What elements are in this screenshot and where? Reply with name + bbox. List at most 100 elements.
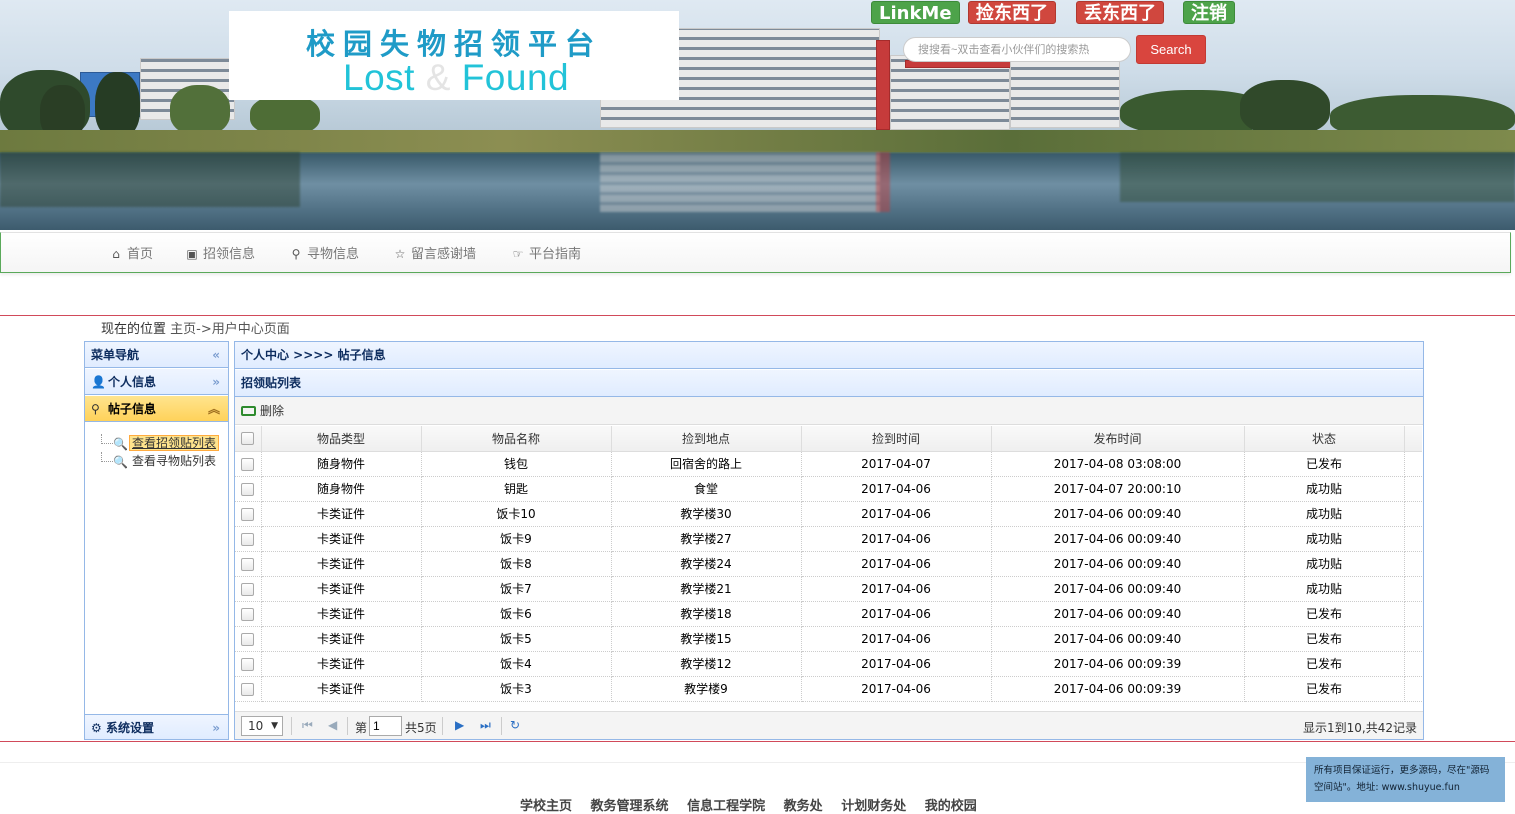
footer-link[interactable]: 我的校园 (925, 799, 977, 814)
delete-label: 删除 (260, 404, 285, 418)
last-page-button[interactable]: ⏭ (480, 718, 491, 733)
footer-link[interactable]: 教务管理系统 (591, 799, 669, 814)
scrollbar-gutter (1404, 451, 1422, 477)
delete-button[interactable]: 删除 (241, 403, 284, 419)
logo-word-found: Found (461, 57, 570, 98)
pagination-bar: 10 ▼ ⏮ ◀ 第 共5页 ▶ ⏭ ↻ 显示1到10,共42记录 (235, 711, 1423, 739)
column-header[interactable]: 发布时间 (991, 426, 1245, 452)
chevron-down-icon: » (212, 375, 220, 389)
column-header[interactable]: 捡到时间 (801, 426, 992, 452)
banner-building-accent (876, 40, 890, 130)
nav-guide[interactable]: ☞ 平台指南 (511, 245, 581, 263)
select-all-checkbox[interactable] (235, 426, 262, 452)
page-size-select[interactable]: 10 ▼ (241, 716, 283, 736)
collapse-left-icon[interactable]: « (212, 342, 220, 368)
nav-thanks-wall[interactable]: ☆ 留言感谢墙 (393, 245, 476, 263)
dropdown-arrow-icon: ▼ (271, 721, 278, 731)
refresh-icon[interactable]: ↻ (510, 718, 520, 732)
sidebar-item-posts[interactable]: ⚲ 帖子信息 ︽ (85, 396, 228, 422)
nav-found-info[interactable]: ▣ 招领信息 (185, 245, 255, 263)
breadcrumb-prefix: 现在的位置 (101, 322, 167, 337)
row-checkbox-cell[interactable] (235, 601, 262, 627)
footer-link[interactable]: 教务处 (784, 799, 823, 814)
table-cell: 教学楼18 (611, 601, 802, 627)
prev-page-button[interactable]: ◀ (328, 718, 337, 732)
table-row[interactable]: 卡类证件 饭卡8 教学楼24 2017-04-06 2017-04-06 00:09:4… (235, 551, 1422, 577)
table-cell: 教学楼9 (611, 676, 802, 702)
table-row[interactable]: 卡类证件 饭卡10 教学楼30 2017-04-06 2017-04-06 00:09:… (235, 501, 1422, 527)
sidebar-item-personal[interactable]: 👤 个人信息 » (85, 369, 228, 395)
row-checkbox-cell[interactable] (235, 651, 262, 677)
checkbox[interactable] (241, 657, 255, 671)
table-cell: 2017-04-06 00:09:39 (991, 651, 1245, 677)
next-page-button[interactable]: ▶ (455, 718, 464, 732)
footer-link[interactable]: 信息工程学院 (687, 799, 765, 814)
site-logo[interactable]: 校园失物招领平台 Lost & Found (229, 11, 679, 100)
nav-lost-info[interactable]: ⚲ 寻物信息 (289, 245, 359, 263)
table-row[interactable]: 卡类证件 饭卡9 教学楼27 2017-04-06 2017-04-06 00:09:4… (235, 526, 1422, 552)
table-cell: 教学楼15 (611, 626, 802, 652)
nav-home[interactable]: ⌂ 首页 (109, 245, 153, 263)
page-prefix: 第 (355, 721, 368, 735)
footer-link[interactable]: 计划财务处 (841, 799, 906, 814)
nav-label: 寻物信息 (307, 247, 360, 262)
column-header[interactable]: 状态 (1244, 426, 1405, 452)
found-something-link[interactable]: 捡东西了 (968, 1, 1056, 24)
table-cell: 2017-04-08 03:08:00 (991, 451, 1245, 477)
page-number-input[interactable] (369, 716, 402, 736)
tree-connector (101, 434, 113, 444)
checkbox[interactable] (241, 532, 255, 546)
row-checkbox-cell[interactable] (235, 626, 262, 652)
row-checkbox-cell[interactable] (235, 576, 262, 602)
checkbox[interactable] (241, 607, 255, 621)
checkbox[interactable] (241, 557, 255, 571)
checkbox[interactable] (241, 582, 255, 596)
row-checkbox-cell[interactable] (235, 451, 262, 477)
search-input[interactable] (903, 37, 1131, 62)
sidebar-item-label: 个人信息 (108, 375, 157, 389)
table-row[interactable]: 随身物件 钥匙 食堂 2017-04-06 2017-04-07 20:00:10 成功贴 (235, 476, 1422, 502)
table-cell: 2017-04-06 00:09:40 (991, 551, 1245, 577)
linkme-link[interactable]: LinkMe (871, 1, 960, 24)
checkbox[interactable] (241, 482, 255, 496)
tree-item-found-list[interactable]: 🔍 查看招领贴列表 (95, 434, 220, 452)
checkbox[interactable] (241, 457, 255, 471)
table-row[interactable]: 卡类证件 饭卡6 教学楼18 2017-04-06 2017-04-06 00:09:4… (235, 601, 1422, 627)
breadcrumb-path[interactable]: 主页->用户中心页面 (170, 322, 290, 337)
search-icon: ⚲ (91, 402, 100, 416)
footer-link[interactable]: 学校主页 (520, 799, 572, 814)
banner-tree (1240, 80, 1330, 135)
row-checkbox-cell[interactable] (235, 526, 262, 552)
table-cell: 2017-04-06 (801, 501, 992, 527)
header-banner: 校园失物招领平台 Lost & Found LinkMe 捡东西了 丢东西了 注… (0, 0, 1515, 230)
column-header[interactable]: 物品名称 (421, 426, 612, 452)
scrollbar-gutter (1404, 551, 1422, 577)
logout-link[interactable]: 注销 (1183, 1, 1235, 24)
table-row[interactable]: 卡类证件 饭卡5 教学楼15 2017-04-06 2017-04-06 00:09:4… (235, 626, 1422, 652)
search-icon: ⚲ (291, 247, 301, 261)
search-button[interactable]: Search (1136, 35, 1206, 64)
column-header[interactable]: 物品类型 (261, 426, 422, 452)
logo-word-lost: Lost (343, 57, 415, 98)
tree-item-label: 查看寻物贴列表 (132, 454, 217, 468)
table-row[interactable]: 卡类证件 饭卡7 教学楼21 2017-04-06 2017-04-06 00:09:4… (235, 576, 1422, 602)
checkbox[interactable] (241, 632, 255, 646)
checkbox[interactable] (241, 507, 255, 521)
row-checkbox-cell[interactable] (235, 501, 262, 527)
column-header[interactable]: 捡到地点 (611, 426, 802, 452)
row-checkbox-cell[interactable] (235, 676, 262, 702)
checkbox[interactable] (241, 682, 255, 696)
sidebar-title[interactable]: 菜单导航 « (85, 342, 228, 368)
tree-item-lost-list[interactable]: 🔍 查看寻物贴列表 (95, 452, 219, 470)
table-row[interactable]: 卡类证件 饭卡3 教学楼9 2017-04-06 2017-04-06 00:09:39… (235, 676, 1422, 702)
first-page-button[interactable]: ⏮ (302, 718, 313, 733)
row-checkbox-cell[interactable] (235, 551, 262, 577)
table-row[interactable]: 随身物件 钱包 回宿舍的路上 2017-04-07 2017-04-08 03:08:0… (235, 451, 1422, 477)
banner-reflection (1120, 152, 1515, 202)
lost-something-link[interactable]: 丢东西了 (1076, 1, 1164, 24)
row-checkbox-cell[interactable] (235, 476, 262, 502)
table-cell: 成功贴 (1244, 551, 1405, 577)
checkbox[interactable] (241, 432, 255, 446)
sidebar-item-system-settings[interactable]: ⚙ 系统设置 » (84, 714, 229, 740)
table-row[interactable]: 卡类证件 饭卡4 教学楼12 2017-04-06 2017-04-06 00:09:3… (235, 651, 1422, 677)
